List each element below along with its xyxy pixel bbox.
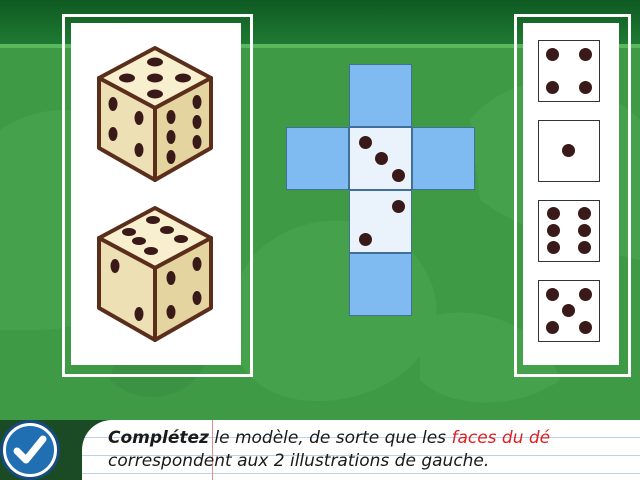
pip bbox=[579, 48, 592, 61]
pip bbox=[546, 321, 559, 334]
face-choice-1[interactable] bbox=[538, 120, 600, 182]
instruction-line2: correspondent aux 2 illustrations de gau… bbox=[108, 451, 490, 471]
net-face-top[interactable] bbox=[349, 64, 412, 127]
pip bbox=[562, 304, 575, 317]
validate-button[interactable] bbox=[3, 423, 57, 477]
left-panel bbox=[71, 23, 241, 365]
instruction-middle: le modèle, de sorte que les bbox=[208, 428, 452, 448]
pip bbox=[579, 288, 592, 301]
pip bbox=[547, 224, 560, 237]
pip bbox=[392, 169, 405, 182]
die-1-illustration bbox=[97, 46, 213, 182]
pip bbox=[375, 152, 388, 165]
cube-net bbox=[286, 64, 478, 320]
instruction-text: Complétez le modèle, de sorte que les fa… bbox=[108, 427, 638, 473]
pip bbox=[546, 288, 559, 301]
net-face-right[interactable] bbox=[412, 127, 475, 190]
pip bbox=[579, 321, 592, 334]
net-face-below-center[interactable] bbox=[349, 190, 412, 253]
pip bbox=[578, 207, 591, 220]
right-panel bbox=[523, 23, 619, 365]
pip bbox=[359, 233, 372, 246]
pip bbox=[546, 81, 559, 94]
net-face-left[interactable] bbox=[286, 127, 349, 190]
net-face-bottom[interactable] bbox=[349, 253, 412, 316]
pip bbox=[359, 136, 372, 149]
net-face-center[interactable] bbox=[349, 127, 412, 190]
pip bbox=[578, 241, 591, 254]
face-choice-6[interactable] bbox=[538, 200, 600, 262]
pip bbox=[579, 81, 592, 94]
checkmark-icon bbox=[13, 435, 47, 464]
face-choice-4[interactable] bbox=[538, 40, 600, 102]
instruction-note: Complétez le modèle, de sorte que les fa… bbox=[82, 420, 640, 480]
pip bbox=[546, 48, 559, 61]
pip bbox=[392, 200, 405, 213]
pip bbox=[547, 207, 560, 220]
die-2-illustration bbox=[97, 206, 213, 342]
face-choice-5[interactable] bbox=[538, 280, 600, 342]
pip bbox=[562, 144, 575, 157]
pip bbox=[547, 241, 560, 254]
pip bbox=[578, 224, 591, 237]
instruction-highlight: faces du dé bbox=[451, 428, 551, 448]
instruction-bold: Complétez bbox=[108, 428, 209, 448]
